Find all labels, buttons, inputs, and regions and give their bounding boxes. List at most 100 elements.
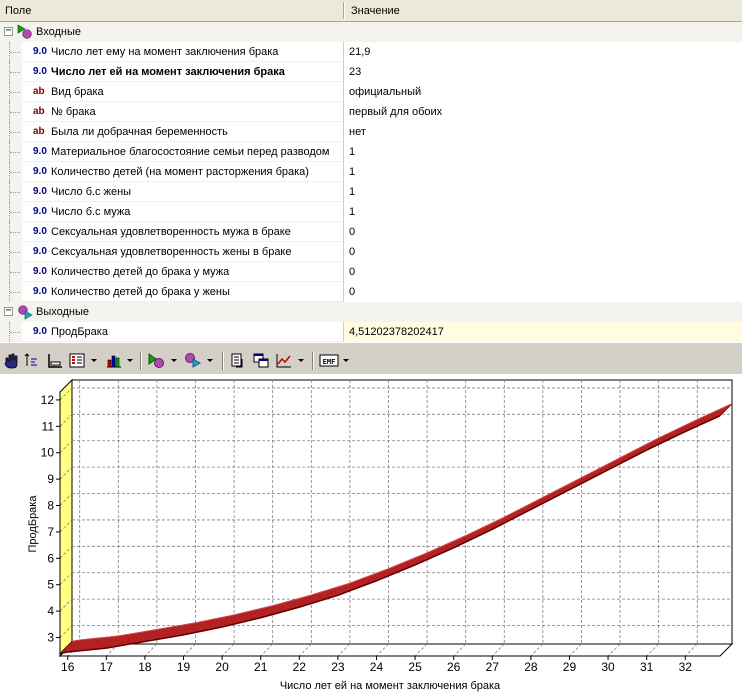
line-chart-icon[interactable] xyxy=(274,351,294,371)
property-row[interactable]: 9.0 Количество детей (на момент расторжен… xyxy=(0,162,742,182)
svg-text:EMF: EMF xyxy=(323,358,336,366)
toolbar-separator xyxy=(222,352,224,370)
property-row[interactable]: 9.0 Количество детей до брака у мужа 0 xyxy=(0,262,742,282)
category-inputs[interactable]: − Входные xyxy=(0,22,742,42)
data-point xyxy=(72,645,75,647)
y-tick-label: 6 xyxy=(47,551,54,565)
data-point xyxy=(725,408,727,411)
property-value[interactable]: 21,9 xyxy=(343,42,742,62)
output-node-dropdown-icon[interactable] xyxy=(207,358,214,364)
property-row[interactable]: 9.0 Число б.с мужа 1 xyxy=(0,202,742,222)
property-value[interactable]: 1 xyxy=(343,202,742,222)
property-value[interactable]: 0 xyxy=(343,242,742,262)
y-tick-label: 4 xyxy=(47,604,54,618)
chart-floor xyxy=(58,643,734,657)
column-header-value[interactable]: Значение xyxy=(346,0,742,21)
copy-icon[interactable] xyxy=(228,351,248,371)
numeric-type-icon: 9.0 xyxy=(33,226,47,237)
legend-icon[interactable] xyxy=(67,351,87,371)
property-label: Количество детей до брака у мужа xyxy=(51,266,230,278)
y-tick-label: 11 xyxy=(42,419,55,433)
input-node-icon xyxy=(17,24,32,39)
toolbar-separator xyxy=(312,352,314,370)
emf-export-icon[interactable]: EMF xyxy=(318,351,340,371)
hand-icon[interactable] xyxy=(2,351,22,371)
property-value[interactable]: 4,51202378202417 xyxy=(343,322,742,342)
line-chart: 3 4 5 6 7 8 9 10 11 12 16 17 18 19 20 21 22 23 24 25 26 27 28 2… xyxy=(0,374,742,694)
property-row[interactable]: 9.0 Материальное благосостояние семьи пер… xyxy=(0,142,742,162)
x-tick-label: 20 xyxy=(215,660,229,674)
data-point xyxy=(150,634,152,637)
property-row[interactable]: ab Была ли добрачная беременность нет xyxy=(0,122,742,142)
windows-icon[interactable] xyxy=(251,351,271,371)
bar-dropdown-icon[interactable] xyxy=(127,358,134,364)
property-label: Число лет ей на момент заключения брака xyxy=(51,66,285,78)
x-tick-label: 24 xyxy=(370,660,384,674)
x-tick-label: 27 xyxy=(486,660,500,674)
data-point xyxy=(690,424,693,427)
property-row[interactable]: 9.0 ПродБрака 4,51202378202417 xyxy=(0,322,742,342)
x-tick-label: 23 xyxy=(331,660,345,674)
property-value[interactable]: 0 xyxy=(343,222,742,242)
line-chart-dropdown-icon[interactable] xyxy=(298,358,305,364)
chart-back-wall xyxy=(71,379,733,645)
axes-icon[interactable] xyxy=(45,351,65,371)
y-axis-label: ПродБрака xyxy=(27,495,39,553)
property-value[interactable]: нет xyxy=(343,122,742,142)
data-point xyxy=(420,558,422,560)
text-type-icon: ab xyxy=(33,86,45,97)
property-value[interactable]: 0 xyxy=(343,282,742,302)
property-row[interactable]: 9.0 Сексуальная удовлетворенность жены в … xyxy=(0,242,742,262)
numeric-type-icon: 9.0 xyxy=(33,286,47,297)
property-value[interactable]: официальный xyxy=(343,82,742,102)
data-point xyxy=(497,522,500,525)
property-row[interactable]: 9.0 Число лет ей на момент заключения бра… xyxy=(0,62,742,82)
property-value[interactable]: 0 xyxy=(343,262,742,282)
property-value[interactable]: 1 xyxy=(343,142,742,162)
data-point xyxy=(458,540,461,543)
text-type-icon: ab xyxy=(33,106,45,117)
property-label: Количество детей (на момент расторжения … xyxy=(51,166,309,178)
collapse-icon[interactable]: − xyxy=(4,306,13,316)
numeric-type-icon: 9.0 xyxy=(33,146,47,157)
property-value[interactable]: первый для обоих xyxy=(343,102,742,122)
y-tick-label: 8 xyxy=(47,499,54,513)
category-outputs[interactable]: − Выходные xyxy=(0,302,742,322)
property-row[interactable]: ab № брака первый для обоих xyxy=(0,102,742,122)
column-header-field[interactable]: Поле xyxy=(0,0,343,21)
property-row[interactable]: 9.0 Число б.с жены 1 xyxy=(0,182,742,202)
input-node-icon[interactable] xyxy=(146,351,166,371)
property-row[interactable]: 9.0 Сексуальная удовлетворенность мужа в … xyxy=(0,222,742,242)
property-label: Сексуальная удовлетворенность жены в бра… xyxy=(51,246,292,258)
property-label: Сексуальная удовлетворенность мужа в бра… xyxy=(51,226,291,238)
x-tick-label: 30 xyxy=(601,660,615,674)
property-value[interactable]: 1 xyxy=(343,182,742,202)
text-type-icon: ab xyxy=(33,126,45,137)
data-point xyxy=(304,600,307,602)
bar-chart-icon[interactable] xyxy=(104,351,124,371)
y-tick-label: 9 xyxy=(47,472,54,486)
x-tick-label: 25 xyxy=(408,660,422,674)
category-label: Выходные xyxy=(36,306,90,318)
y-tick-label: 7 xyxy=(47,525,54,539)
y-tick-label: 5 xyxy=(47,578,54,592)
y-tick-label: 3 xyxy=(47,631,54,645)
property-row[interactable]: ab Вид брака официальный xyxy=(0,82,742,102)
legend-dropdown-icon[interactable] xyxy=(91,358,98,364)
emf-dropdown-icon[interactable] xyxy=(343,358,350,364)
data-point xyxy=(536,502,538,505)
data-point xyxy=(188,628,191,630)
data-point xyxy=(343,588,345,591)
data-point xyxy=(381,573,384,576)
numeric-type-icon: 9.0 xyxy=(33,206,47,217)
column-divider[interactable] xyxy=(343,2,345,19)
input-node-dropdown-icon[interactable] xyxy=(171,358,178,364)
property-value[interactable]: 23 xyxy=(343,62,742,82)
property-value[interactable]: 1 xyxy=(343,162,742,182)
property-label: Число б.с мужа xyxy=(51,206,131,218)
collapse-icon[interactable]: − xyxy=(4,26,13,36)
property-row[interactable]: 9.0 Число лет ему на момент заключения бр… xyxy=(0,42,742,62)
cursor-axis-icon[interactable] xyxy=(22,351,42,371)
output-node-icon[interactable] xyxy=(183,351,203,371)
property-row[interactable]: 9.0 Количество детей до брака у жены 0 xyxy=(0,282,742,302)
